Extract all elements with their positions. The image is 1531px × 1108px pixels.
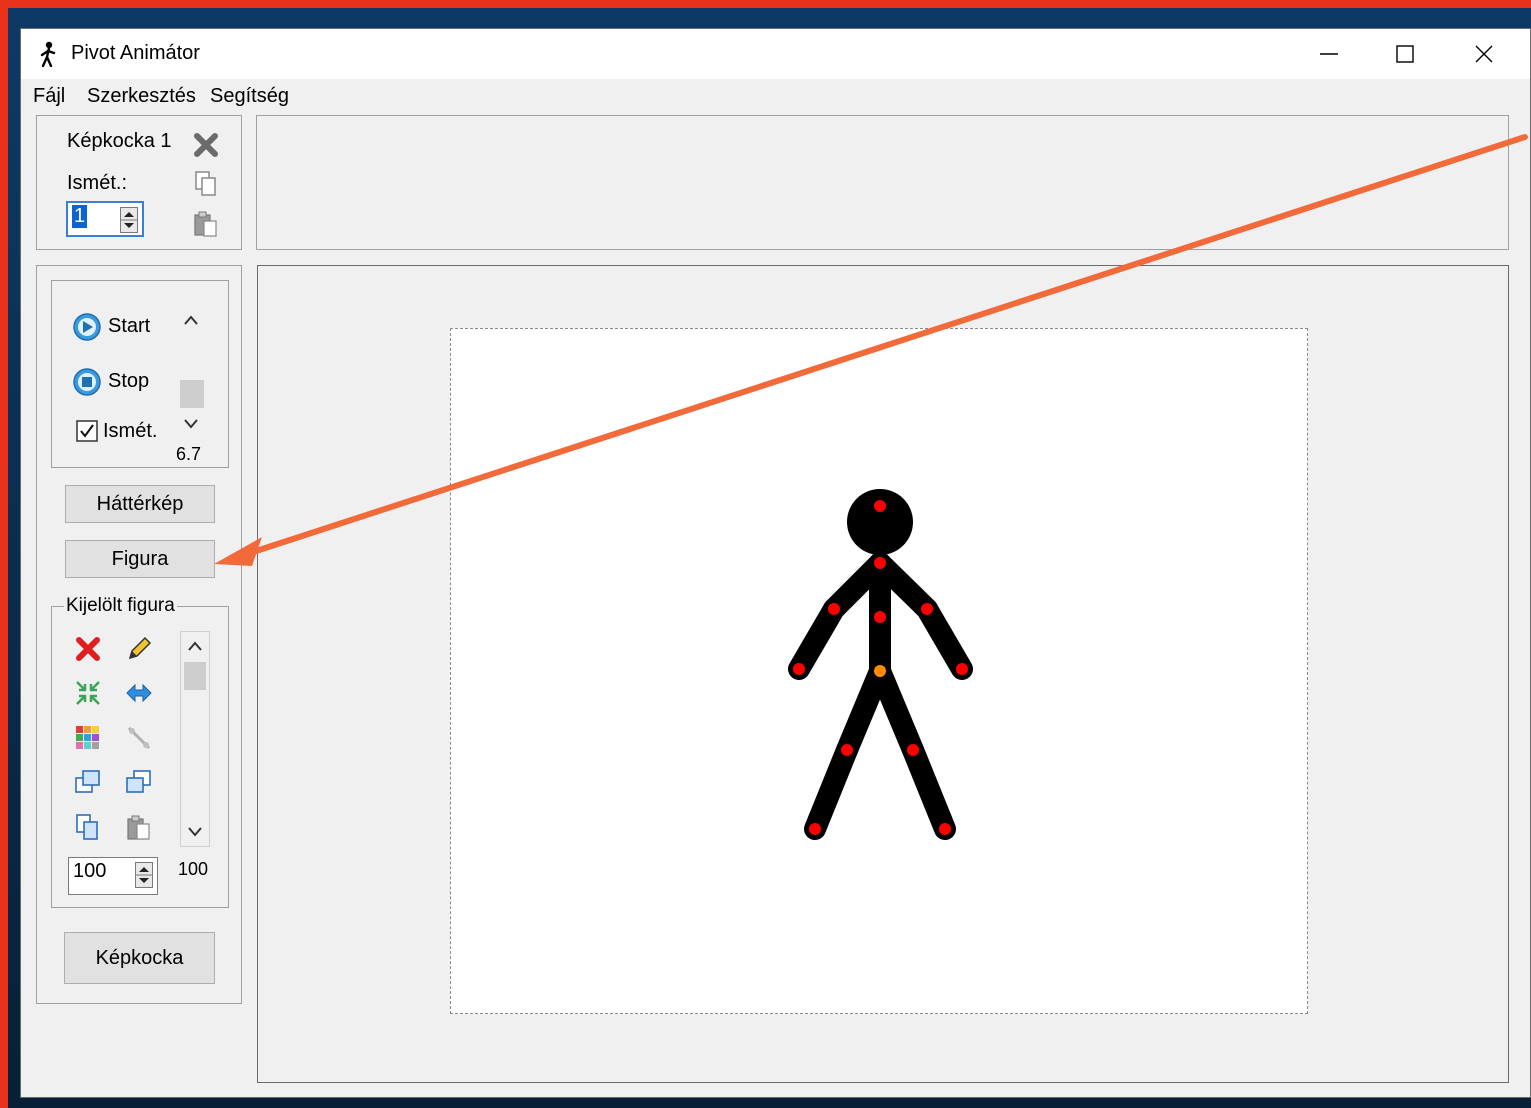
speed-value: 6.7 — [176, 444, 202, 464]
bring-front-icon[interactable] — [74, 768, 102, 796]
app-window: Pivot Animátor Fájl Szerkesztés Segítség… — [20, 28, 1531, 1098]
chevron-up-icon — [184, 315, 198, 325]
loop-checkbox[interactable] — [76, 420, 98, 442]
app-icon — [40, 41, 56, 67]
playback-group: Start Stop Ismét. 6.7 — [51, 280, 229, 468]
menu-edit[interactable]: Szerkesztés — [87, 85, 196, 108]
size-spinner-arrows[interactable] — [135, 862, 153, 888]
maximize-button[interactable] — [1367, 29, 1443, 79]
alpha-value: 100 — [178, 859, 209, 879]
repeat-spinner[interactable]: 1 — [66, 201, 144, 237]
minimize-icon — [1320, 53, 1338, 55]
repeat-spinner-arrows[interactable] — [120, 207, 138, 233]
chevron-down-icon — [184, 419, 198, 429]
animation-stage[interactable] — [450, 328, 1308, 1014]
copy-icon[interactable] — [74, 813, 102, 841]
selected-figure-group: Kijelölt figura 100 100 — [51, 595, 229, 908]
start-button[interactable]: Start — [108, 315, 150, 338]
color-icon[interactable] — [74, 724, 102, 752]
spinner-arrows-icon — [136, 867, 152, 883]
repeat-value: 1 — [72, 205, 88, 228]
chevron-up-icon — [188, 641, 202, 651]
add-frame-button[interactable]: Képkocka — [64, 932, 215, 984]
alpha-slider-thumb[interactable] — [184, 662, 206, 690]
size-spinner[interactable]: 100 — [68, 857, 158, 895]
delete-icon[interactable] — [74, 635, 102, 663]
center-icon[interactable] — [74, 679, 102, 707]
join-icon[interactable] — [125, 724, 153, 752]
edit-icon[interactable] — [125, 635, 153, 663]
spinner-arrows-icon — [121, 212, 137, 228]
alpha-slider[interactable] — [180, 631, 210, 847]
chevron-down-icon — [188, 827, 202, 837]
play-icon — [73, 313, 101, 341]
copy-frame-icon[interactable] — [194, 170, 218, 198]
window-title: Pivot Animátor — [71, 42, 200, 64]
control-panel: Start Stop Ismét. 6.7 Háttérkép Figura K… — [36, 265, 242, 1004]
background-button[interactable]: Háttérkép — [65, 485, 215, 523]
minimize-button[interactable] — [1291, 29, 1367, 79]
title-bar: Pivot Animátor — [21, 29, 1530, 79]
stop-button[interactable]: Stop — [108, 370, 149, 393]
repeat-label: Ismét.: — [67, 172, 128, 194]
frame-timeline[interactable] — [256, 115, 1509, 250]
close-button[interactable] — [1446, 29, 1522, 79]
frame-panel: Képkocka 1 Ismét.: 1 — [36, 115, 242, 250]
delete-frame-icon[interactable] — [191, 130, 221, 160]
size-value: 100 — [73, 860, 107, 882]
menu-help[interactable]: Segítség — [210, 85, 289, 108]
selected-figure-label: Kijelölt figura — [64, 595, 177, 617]
paste-icon[interactable] — [125, 813, 153, 841]
loop-label: Ismét. — [103, 420, 158, 442]
stop-icon — [73, 368, 101, 396]
close-icon — [1475, 45, 1493, 63]
menu-bar: Fájl Szerkesztés Segítség — [21, 79, 1530, 113]
stick-figure[interactable] — [451, 329, 1309, 1015]
send-back-icon[interactable] — [125, 768, 153, 796]
flip-icon[interactable] — [125, 679, 153, 707]
speed-slider[interactable] — [176, 306, 206, 438]
speed-slider-thumb[interactable] — [180, 380, 204, 408]
paste-frame-icon[interactable] — [193, 210, 219, 238]
figure-button[interactable]: Figura — [65, 540, 215, 578]
maximize-icon — [1396, 45, 1414, 63]
menu-file[interactable]: Fájl — [33, 85, 65, 108]
frame-label: Képkocka 1 — [67, 130, 172, 152]
